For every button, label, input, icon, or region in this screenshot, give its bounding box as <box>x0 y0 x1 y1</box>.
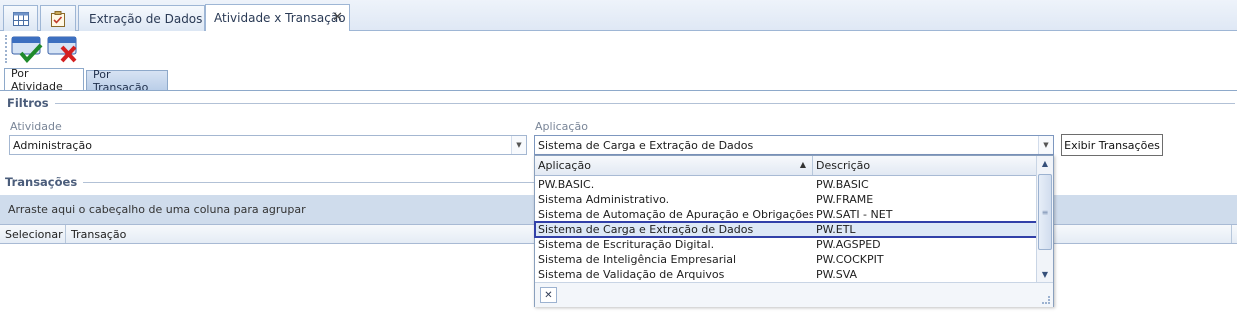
atividade-label: Atividade <box>10 120 62 133</box>
dropdown-row[interactable]: Sistema de Validação de Arquivos PW.SVA <box>535 267 1037 282</box>
dropdown-row[interactable]: Sistema de Inteligência Empresarial PW.CO… <box>535 252 1037 267</box>
column-header-aplicacao[interactable]: Aplicação ▲ <box>535 156 813 175</box>
sort-ascending-icon: ▲ <box>799 160 806 169</box>
filtros-section-title: Filtros <box>7 96 1235 110</box>
column-header-descricao[interactable]: Descrição <box>813 156 1037 175</box>
dropdown-rows: PW.BASIC. PW.BASIC Sistema Administrativo… <box>534 177 1038 282</box>
tab-grid[interactable] <box>3 5 38 31</box>
scroll-thumb[interactable]: ≡ <box>1038 174 1052 250</box>
row-desc: PW.BASIC <box>816 178 869 191</box>
aplicacao-value[interactable]: Sistema de Carga e Extração de Dados <box>535 139 1038 152</box>
row-app: Sistema de Escrituração Digital. <box>538 238 715 251</box>
tab-clipboard[interactable] <box>40 5 76 31</box>
row-app: Sistema Administrativo. <box>538 193 670 206</box>
scroll-up-icon[interactable]: ▲ <box>1037 156 1053 171</box>
row-app: Sistema de Carga e Extração de Dados <box>538 223 754 236</box>
resize-grip-icon[interactable] <box>1042 296 1050 304</box>
cancel-button[interactable] <box>47 34 79 64</box>
row-desc: PW.SVA <box>816 268 858 281</box>
filtros-title: Filtros <box>7 96 49 110</box>
exibir-transacoes-button[interactable]: Exibir Transações <box>1061 134 1163 156</box>
confirm-check-icon <box>11 36 43 63</box>
close-icon[interactable]: ✕ <box>332 10 343 25</box>
chevron-down-icon[interactable]: ▼ <box>511 136 526 154</box>
toolbar-grip[interactable] <box>5 35 7 63</box>
toolbar <box>0 31 1237 68</box>
row-desc: PW.AGSPED <box>816 238 881 251</box>
clipboard-icon <box>51 10 65 27</box>
row-desc: PW.ETL <box>816 223 856 236</box>
chevron-down-icon[interactable]: ▼ <box>1038 136 1053 154</box>
document-tab-strip: Extração de Dados Atividade x Transação … <box>0 0 1237 31</box>
dropdown-row-selected[interactable]: Sistema de Carga e Extração de Dados PW.E… <box>534 221 1038 238</box>
dropdown-row[interactable]: Sistema Administrativo. PW.FRAME <box>535 192 1037 207</box>
confirm-button[interactable] <box>11 34 43 64</box>
dropdown-header: Aplicação ▲ Descrição <box>535 156 1037 176</box>
row-desc: PW.SATI - NET <box>816 208 893 221</box>
row-desc: PW.COCKPIT <box>816 253 884 266</box>
dropdown-row[interactable]: Sistema de Escrituração Digital. PW.AGSPE… <box>535 237 1037 252</box>
row-app: Sistema de Automação de Apuração e Obrig… <box>538 208 813 221</box>
row-desc: PW.FRAME <box>816 193 874 206</box>
aplicacao-combo[interactable]: Sistema de Carga e Extração de Dados ▼ <box>534 135 1054 155</box>
view-tabs: Por Atividade Por Transação <box>0 67 1237 94</box>
transacoes-title: Transações <box>5 175 78 189</box>
grouping-hint: Arraste aqui o cabeçalho de uma coluna p… <box>8 203 306 216</box>
cancel-x-icon <box>47 36 77 63</box>
row-app: Sistema de Inteligência Empresarial <box>538 253 737 266</box>
dropdown-row[interactable]: PW.BASIC. PW.BASIC <box>535 177 1037 192</box>
tab-extracao-de-dados[interactable]: Extração de Dados <box>78 5 205 31</box>
tab-label: Atividade x Transação <box>214 11 346 25</box>
dropdown-footer: ✕ <box>535 282 1053 307</box>
aplicacao-dropdown: Aplicação ▲ Descrição PW.BASIC. PW.BASIC … <box>534 155 1054 307</box>
dropdown-scrollbar[interactable]: ▲ ≡ ▼ <box>1036 156 1053 282</box>
aplicacao-label: Aplicação <box>535 120 588 133</box>
atividade-combo[interactable]: Administração ▼ <box>9 135 527 155</box>
header-label: Descrição <box>816 159 871 172</box>
transacoes-section-title: Transações <box>5 175 535 189</box>
close-icon[interactable]: ✕ <box>540 287 557 303</box>
header-label: Aplicação <box>538 159 591 172</box>
grid-icon <box>12 11 29 26</box>
tab-label: Extração de Dados <box>89 11 203 26</box>
tab-por-transacao[interactable]: Por Transação <box>86 68 168 94</box>
atividade-value: Administração <box>13 138 92 152</box>
row-app: Sistema de Validação de Arquivos <box>538 268 725 281</box>
scroll-down-icon[interactable]: ▼ <box>1037 267 1053 282</box>
tab-atividade-x-transacao[interactable]: Atividade x Transação ✕ <box>205 4 350 31</box>
tab-por-atividade[interactable]: Por Atividade <box>4 67 84 93</box>
dropdown-row[interactable]: Sistema de Automação de Apuração e Obrig… <box>535 207 1037 222</box>
column-header-selecionar[interactable]: Selecionar <box>0 225 66 243</box>
row-app: PW.BASIC. <box>538 178 595 191</box>
